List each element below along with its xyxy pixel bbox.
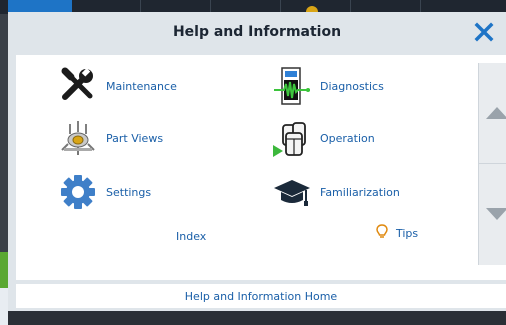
help-home-button[interactable]: Help and Information Home (16, 284, 506, 308)
close-button[interactable] (470, 18, 498, 46)
wrench-screwdriver-icon (54, 65, 102, 107)
help-dialog: Help and Information Maintenance Diagnos… (8, 12, 506, 311)
background-panel-edge (0, 288, 8, 325)
help-home-label: Help and Information Home (184, 289, 338, 303)
topic-label: Part Views (106, 131, 164, 145)
triangle-up-icon (486, 107, 506, 119)
index-link[interactable]: Index (176, 230, 206, 243)
topic-settings[interactable]: Settings (54, 171, 151, 213)
triangle-down-icon (486, 208, 506, 220)
scroll-up-button[interactable] (479, 63, 506, 163)
diagnostics-meter-icon (268, 65, 316, 107)
topic-label: Familiarization (320, 185, 400, 199)
background-status-strip (0, 252, 8, 288)
topic-label: Maintenance (106, 79, 177, 93)
topic-operation[interactable]: Operation (268, 117, 375, 159)
tips-link[interactable]: Tips (376, 223, 419, 240)
tips-label: Tips (396, 227, 419, 240)
close-x-icon (474, 22, 494, 42)
index-label: Index (176, 230, 207, 243)
topic-label: Operation (320, 131, 375, 145)
lightbulb-icon (376, 223, 388, 238)
topic-part-views[interactable]: Part Views (54, 117, 163, 159)
operation-containers-icon (268, 117, 316, 159)
dialog-title: Help and Information (172, 24, 342, 40)
topic-maintenance[interactable]: Maintenance (54, 65, 177, 107)
topic-label: Diagnostics (320, 79, 384, 93)
dialog-titlebar: Help and Information (8, 12, 506, 53)
gear-icon (54, 171, 102, 213)
help-topics-panel: Maintenance Diagnostics Part Views Opera… (16, 55, 506, 280)
scroll-down-button[interactable] (479, 164, 506, 264)
background-left-edge (0, 14, 8, 325)
topic-label: Settings (106, 185, 152, 199)
scroll-column (478, 63, 506, 265)
topic-familiarization[interactable]: Familiarization (268, 171, 400, 213)
graduation-cap-icon (268, 171, 316, 213)
part-assembly-icon (54, 117, 102, 159)
topic-diagnostics[interactable]: Diagnostics (268, 65, 384, 107)
